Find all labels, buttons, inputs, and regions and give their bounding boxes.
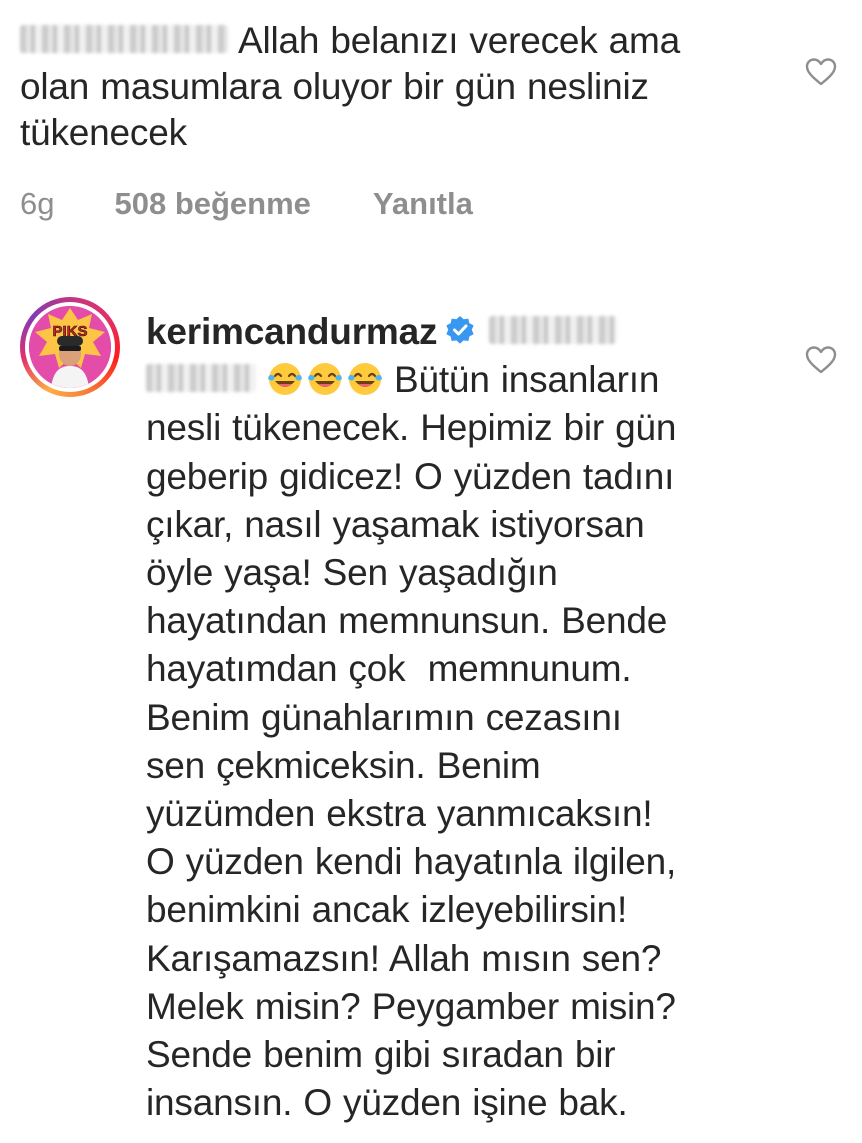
comment-1: Allah belanızı verecek ama olan masumlar… bbox=[20, 18, 780, 156]
comment-2-line: Benim günahlarımın cezasını bbox=[146, 696, 622, 738]
comment-1-text: Allah belanızı verecek ama olan masumlar… bbox=[20, 18, 780, 156]
comment-1-line-2: olan masumlara oluyor bir gün nesliniz bbox=[20, 66, 649, 107]
comment-2-line: sen çekmiceksin. Benim bbox=[146, 744, 541, 786]
comment-2-line: hayatından memnunsun. Bende bbox=[146, 600, 668, 642]
comment-2: kerimcandurmaz Bütün insanların nesli tü… bbox=[146, 308, 786, 1127]
comment-2-line: Melek misin? Peygamber misin? bbox=[146, 985, 676, 1027]
comment-username[interactable]: kerimcandurmaz bbox=[146, 311, 437, 352]
laughing-emoji-icon bbox=[346, 359, 384, 397]
reply-button[interactable]: Yanıtla bbox=[373, 186, 473, 222]
like-heart-icon[interactable] bbox=[805, 345, 837, 375]
comment-1-line-1: Allah belanızı verecek ama bbox=[238, 20, 681, 61]
blurred-username[interactable] bbox=[20, 25, 228, 54]
comment-likes[interactable]: 508 beğenme bbox=[114, 186, 310, 222]
comment-2-line: nesli tükenecek. Hepimiz bir gün bbox=[146, 407, 677, 449]
comment-2-line: O yüzden kendi hayatınla ilgilen, bbox=[146, 841, 677, 883]
comment-2-line: Sende benim gibi sıradan bir bbox=[146, 1034, 616, 1076]
comment-2-line: Karışamazsın! Allah mısın sen? bbox=[146, 937, 662, 979]
comment-2-line: Bütün insanların bbox=[394, 359, 660, 401]
blurred-mention[interactable] bbox=[146, 364, 256, 393]
comment-time[interactable]: 6g bbox=[20, 186, 54, 222]
avatar[interactable]: PIKS bbox=[20, 297, 120, 397]
verified-badge-icon bbox=[445, 315, 475, 345]
comment-1-meta: 6g 508 beğenme Yanıtla bbox=[20, 186, 473, 222]
comment-2-line: yüzümden ekstra yanmıcaksın! bbox=[146, 793, 653, 835]
comment-2-line: hayatımdan çok memnunum. bbox=[146, 648, 632, 690]
comment-2-line: insansın. O yüzden işine bak. bbox=[146, 1082, 628, 1124]
comment-2-line: öyle yaşa! Sen yaşadığın bbox=[146, 552, 558, 594]
blurred-mention[interactable] bbox=[489, 316, 618, 345]
avatar-image: PIKS bbox=[29, 306, 111, 388]
laughing-emoji-icon bbox=[306, 359, 344, 397]
comment-2-line: benimkini ancak izleyebilirsin! bbox=[146, 889, 628, 931]
comment-2-line: çıkar, nasıl yaşamak istiyorsan bbox=[146, 503, 645, 545]
comment-2-line: geberip gidicez! O yüzden tadını bbox=[146, 455, 675, 497]
comment-1-line-3: tükenecek bbox=[20, 112, 187, 153]
laughing-emoji-icon bbox=[266, 359, 304, 397]
comment-2-text: kerimcandurmaz Bütün insanların nesli tü… bbox=[146, 308, 786, 1127]
like-heart-icon[interactable] bbox=[805, 57, 837, 87]
